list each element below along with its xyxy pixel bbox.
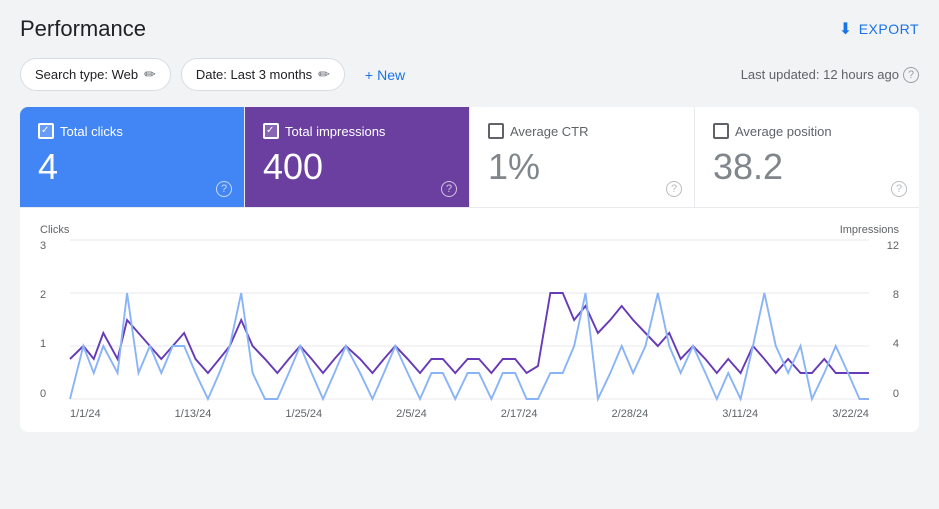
date-filter[interactable]: Date: Last 3 months ✏ bbox=[181, 58, 345, 91]
page-header: Performance ⬇ EXPORT bbox=[20, 16, 919, 42]
toolbar: Search type: Web ✏ Date: Last 3 months ✏… bbox=[20, 58, 919, 91]
total-clicks-label: Total clicks bbox=[60, 124, 123, 139]
pencil-icon: ✏ bbox=[144, 66, 156, 83]
new-button[interactable]: + New bbox=[355, 60, 415, 90]
average-ctr-checkbox[interactable] bbox=[488, 123, 504, 139]
pencil-icon-2: ✏ bbox=[318, 66, 330, 83]
y-axis-left: 0 1 2 3 bbox=[40, 240, 68, 400]
check-icon-2: ✓ bbox=[266, 126, 276, 136]
metrics-panel: ✓ Total clicks 4 ? ✓ Total impressions 4… bbox=[20, 107, 919, 432]
new-label: New bbox=[377, 67, 405, 83]
chart-axis-labels: Clicks Impressions bbox=[40, 224, 899, 236]
metric-average-position[interactable]: Average position 38.2 ? bbox=[695, 107, 919, 207]
average-ctr-help[interactable]: ? bbox=[666, 181, 682, 197]
y-axis-right: 0 4 8 12 bbox=[871, 240, 899, 400]
average-ctr-label: Average CTR bbox=[510, 124, 589, 139]
total-clicks-checkbox[interactable]: ✓ bbox=[38, 123, 54, 139]
average-position-help[interactable]: ? bbox=[891, 181, 907, 197]
toolbar-filters: Search type: Web ✏ Date: Last 3 months ✏… bbox=[20, 58, 415, 91]
total-impressions-label: Total impressions bbox=[285, 124, 385, 139]
chart-svg bbox=[70, 240, 869, 400]
metric-total-impressions[interactable]: ✓ Total impressions 400 ? bbox=[245, 107, 470, 207]
average-position-value: 38.2 bbox=[713, 147, 901, 187]
total-clicks-help[interactable]: ? bbox=[216, 181, 232, 197]
help-icon-toolbar[interactable]: ? bbox=[903, 67, 919, 83]
average-ctr-value: 1% bbox=[488, 147, 676, 187]
left-axis-label: Clicks bbox=[40, 224, 69, 236]
chart-area: Clicks Impressions 0 1 2 3 0 4 8 12 bbox=[20, 208, 919, 432]
right-axis-label: Impressions bbox=[840, 224, 899, 236]
total-clicks-value: 4 bbox=[38, 147, 226, 187]
average-position-label: Average position bbox=[735, 124, 832, 139]
total-impressions-value: 400 bbox=[263, 147, 451, 187]
download-icon: ⬇ bbox=[839, 19, 853, 39]
date-label: Date: Last 3 months bbox=[196, 67, 312, 82]
search-type-label: Search type: Web bbox=[35, 67, 138, 82]
check-icon: ✓ bbox=[41, 126, 51, 136]
chart-svg-wrapper bbox=[70, 240, 869, 400]
metric-average-ctr[interactable]: Average CTR 1% ? bbox=[470, 107, 695, 207]
chart-container: 0 1 2 3 0 4 8 12 bbox=[40, 240, 899, 420]
average-position-checkbox[interactable] bbox=[713, 123, 729, 139]
export-button[interactable]: ⬇ EXPORT bbox=[839, 19, 919, 39]
metric-total-clicks[interactable]: ✓ Total clicks 4 ? bbox=[20, 107, 245, 207]
total-impressions-help[interactable]: ? bbox=[441, 181, 457, 197]
last-updated-text: Last updated: 12 hours ago ? bbox=[741, 67, 919, 83]
x-axis-labels: 1/1/24 1/13/24 1/25/24 2/5/24 2/17/24 2/… bbox=[70, 408, 869, 420]
total-impressions-checkbox[interactable]: ✓ bbox=[263, 123, 279, 139]
metrics-row: ✓ Total clicks 4 ? ✓ Total impressions 4… bbox=[20, 107, 919, 208]
search-type-filter[interactable]: Search type: Web ✏ bbox=[20, 58, 171, 91]
page-title: Performance bbox=[20, 16, 146, 42]
plus-icon: + bbox=[365, 67, 373, 83]
